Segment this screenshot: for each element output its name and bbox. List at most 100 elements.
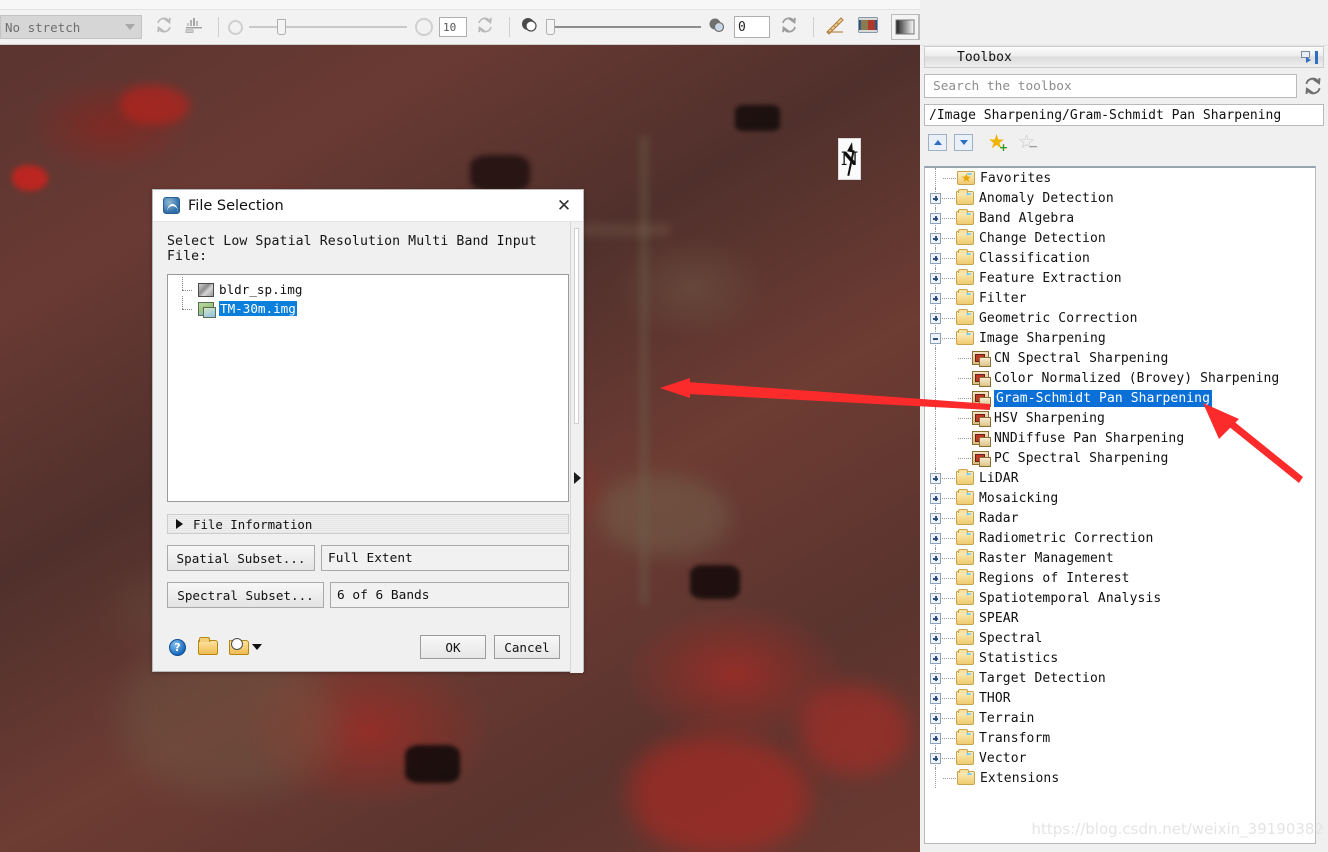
- tree-item-label: Filter: [979, 290, 1027, 306]
- ok-button[interactable]: OK: [420, 635, 486, 659]
- expand-icon[interactable]: [930, 492, 941, 504]
- expand-icon[interactable]: [930, 592, 941, 604]
- contrast-slider[interactable]: [546, 15, 701, 39]
- tree-item-gram-schmidt-pan-sharpening[interactable]: Gram-Schmidt Pan Sharpening: [925, 388, 1315, 408]
- histogram-stretch-icon[interactable]: [184, 15, 208, 39]
- dock-panel-icon[interactable]: [1298, 48, 1320, 66]
- expand-icon[interactable]: [930, 712, 941, 724]
- dialog-titlebar[interactable]: File Selection ✕: [153, 190, 583, 222]
- file-information-expander[interactable]: File Information: [167, 514, 569, 534]
- refresh-icon[interactable]: [154, 15, 178, 39]
- tree-item-pc-spectral-sharpening[interactable]: PC Spectral Sharpening: [925, 448, 1315, 468]
- brightness-value[interactable]: 10: [439, 17, 467, 37]
- tree-item-filter[interactable]: Filter: [925, 288, 1315, 308]
- tree-item-anomaly-detection[interactable]: Anomaly Detection: [925, 188, 1315, 208]
- tree-item-terrain[interactable]: Terrain: [925, 708, 1315, 728]
- tree-item-favorites[interactable]: ★ Favorites: [925, 168, 1315, 188]
- expand-icon[interactable]: [930, 292, 941, 304]
- expand-icon[interactable]: [930, 192, 941, 204]
- folder-icon: [956, 329, 974, 345]
- tree-item-cn-spectral-sharpening[interactable]: CN Spectral Sharpening: [925, 348, 1315, 368]
- tree-item-nndiffuse-pan-sharpening[interactable]: NNDiffuse Pan Sharpening: [925, 428, 1315, 448]
- expand-icon[interactable]: [930, 272, 941, 284]
- expand-icon[interactable]: [930, 532, 941, 544]
- reset-contrast-icon[interactable]: [779, 15, 803, 39]
- move-up-button[interactable]: [928, 134, 947, 151]
- list-item[interactable]: TM-30m.img: [172, 295, 564, 318]
- refresh-icon[interactable]: [1302, 75, 1324, 97]
- tree-item-statistics[interactable]: Statistics: [925, 648, 1315, 668]
- tree-item-geometric-correction[interactable]: Geometric Correction: [925, 308, 1315, 328]
- search-box[interactable]: [924, 74, 1297, 98]
- move-down-button[interactable]: [954, 134, 973, 151]
- brightness-slider[interactable]: [249, 15, 407, 39]
- tree-item-raster-management[interactable]: Raster Management: [925, 548, 1315, 568]
- remove-favorite-icon[interactable]: ☆: [1018, 133, 1038, 153]
- tree-item-lidar[interactable]: LiDAR: [925, 468, 1315, 488]
- tree-item-extensions[interactable]: Extensions: [925, 768, 1315, 788]
- tree-item-transform[interactable]: Transform: [925, 728, 1315, 748]
- expand-icon[interactable]: [930, 252, 941, 264]
- tree-item-spectral[interactable]: Spectral: [925, 628, 1315, 648]
- portal-icon[interactable]: [891, 14, 919, 40]
- tool-icon: [972, 411, 991, 427]
- expand-icon[interactable]: [930, 312, 941, 324]
- tree-item-thor[interactable]: THOR: [925, 688, 1315, 708]
- tree-item-image-sharpening[interactable]: Image Sharpening: [925, 328, 1315, 348]
- cancel-button[interactable]: Cancel: [494, 635, 560, 659]
- expand-icon[interactable]: [930, 752, 941, 764]
- close-icon[interactable]: ✕: [551, 193, 577, 219]
- expand-icon[interactable]: [930, 732, 941, 744]
- tree-item-color-normalized-brovey-sharpening[interactable]: Color Normalized (Brovey) Sharpening: [925, 368, 1315, 388]
- expand-icon[interactable]: [930, 672, 941, 684]
- search-input[interactable]: [931, 77, 1296, 95]
- tree-item-regions-of-interest[interactable]: Regions of Interest: [925, 568, 1315, 588]
- dialog-splitter[interactable]: [570, 222, 583, 673]
- splitter-expand-icon[interactable]: [574, 472, 581, 484]
- tree-item-classification[interactable]: Classification: [925, 248, 1315, 268]
- open-folder-icon[interactable]: [198, 636, 218, 655]
- tree-item-hsv-sharpening[interactable]: HSV Sharpening: [925, 408, 1315, 428]
- expand-icon[interactable]: [930, 552, 941, 564]
- spatial-subset-button[interactable]: Spatial Subset...: [167, 545, 315, 571]
- expand-icon[interactable]: [930, 572, 941, 584]
- list-item[interactable]: bldr_sp.img: [172, 276, 564, 299]
- expand-icon[interactable]: [930, 512, 941, 524]
- expand-icon[interactable]: [930, 472, 941, 484]
- file-name: bldr_sp.img: [219, 282, 303, 297]
- tree-item-label: Terrain: [979, 710, 1035, 726]
- add-favorite-icon[interactable]: ★: [988, 133, 1008, 154]
- expand-icon[interactable]: [930, 612, 941, 624]
- help-icon[interactable]: ?: [169, 638, 186, 656]
- contrast-value[interactable]: 0: [734, 16, 770, 38]
- tree-item-mosaicking[interactable]: Mosaicking: [925, 488, 1315, 508]
- folder-icon: [956, 729, 974, 745]
- tree-item-radiometric-correction[interactable]: Radiometric Correction: [925, 528, 1315, 548]
- tree-item-feature-extraction[interactable]: Feature Extraction: [925, 268, 1315, 288]
- measure-icon[interactable]: [824, 15, 848, 39]
- tree-item-spatiotemporal-analysis[interactable]: Spatiotemporal Analysis: [925, 588, 1315, 608]
- expand-icon[interactable]: [930, 232, 941, 244]
- expand-icon[interactable]: [930, 652, 941, 664]
- toolbox-tree[interactable]: ★ Favorites Anomaly Detection Band Algebra C…: [924, 166, 1316, 844]
- tree-item-radar[interactable]: Radar: [925, 508, 1315, 528]
- toolbar-divider-3: [813, 17, 814, 37]
- reset-brightness-icon[interactable]: [475, 15, 499, 39]
- tree-item-change-detection[interactable]: Change Detection: [925, 228, 1315, 248]
- file-list[interactable]: bldr_sp.img TM-30m.img: [167, 274, 569, 502]
- spectral-subset-button[interactable]: Spectral Subset...: [167, 582, 324, 608]
- image-crop-icon[interactable]: [857, 15, 881, 39]
- stretch-type-select[interactable]: No stretch: [0, 15, 142, 39]
- expand-icon[interactable]: [930, 692, 941, 704]
- tree-item-target-detection[interactable]: Target Detection: [925, 668, 1315, 688]
- recent-files-icon[interactable]: [229, 637, 262, 655]
- collapse-icon[interactable]: [930, 332, 941, 344]
- expand-icon[interactable]: [930, 212, 941, 224]
- tree-item-band-algebra[interactable]: Band Algebra: [925, 208, 1315, 228]
- expand-icon[interactable]: [930, 632, 941, 644]
- toolbar-divider: [218, 17, 219, 37]
- tree-item-label: Transform: [979, 730, 1051, 746]
- brightness-low-icon: [228, 19, 243, 35]
- tree-item-vector[interactable]: Vector: [925, 748, 1315, 768]
- tree-item-spear[interactable]: SPEAR: [925, 608, 1315, 628]
